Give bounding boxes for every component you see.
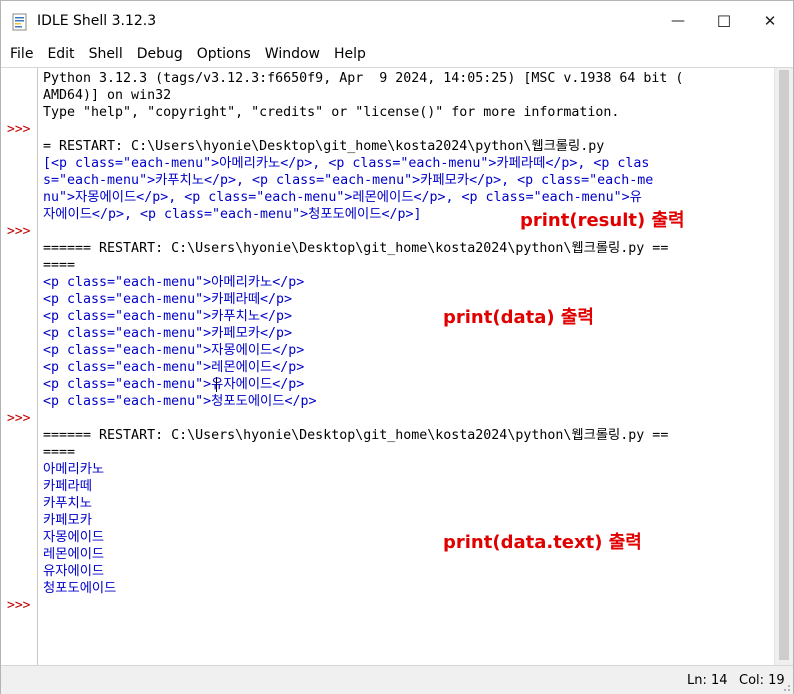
shell-line: Type "help", "copyright", "credits" or "…	[43, 105, 620, 120]
shell-line: <p class="each-menu">청포도에이드</p>	[43, 394, 317, 409]
shell-line: 유자에이드	[43, 564, 105, 579]
shell-line: <p class="each-menu">카푸치노</p>	[43, 309, 293, 324]
shell-line: ====== RESTART: C:\Users\hyonie\Desktop\…	[43, 428, 669, 443]
shell-prompt: >>>	[7, 224, 31, 239]
close-icon: ✕	[763, 12, 777, 30]
idle-shell-window: IDLE Shell 3.12.3 — ☐ ✕ File Edit Shell …	[0, 0, 794, 694]
shell-prompt: >>>	[7, 598, 31, 613]
maximize-button[interactable]: ☐	[701, 1, 747, 41]
shell-line: 카푸치노	[43, 496, 92, 511]
shell-line: ====	[43, 258, 76, 273]
shell-line: <p class="each-menu">레몬에이드</p>	[43, 360, 305, 375]
menu-bar: File Edit Shell Debug Options Window Hel…	[1, 41, 793, 67]
shell-area: >>> >>> >>> >>> Python 3.12.3 (tags/v3.1…	[1, 67, 793, 665]
annotation-print-data: print(data) 출력	[443, 307, 594, 328]
shell-line: s="each-menu">카푸치노</p>, <p class="each-m…	[43, 173, 654, 188]
menu-window[interactable]: Window	[258, 41, 327, 67]
window-title: IDLE Shell 3.12.3	[37, 13, 157, 29]
python-app-icon	[12, 13, 27, 31]
text-cursor	[216, 377, 217, 392]
menu-options[interactable]: Options	[190, 41, 258, 67]
shell-line: 카페모카	[43, 513, 92, 528]
shell-line: 자몽에이드	[43, 530, 105, 545]
shell-prompt: >>>	[7, 122, 31, 137]
menu-shell[interactable]: Shell	[82, 41, 130, 67]
annotation-print-result: print(result) 출력	[520, 210, 685, 231]
shell-line: ====== RESTART: C:\Users\hyonie\Desktop\…	[43, 241, 669, 256]
minimize-button[interactable]: —	[655, 1, 701, 41]
shell-line: <p class="each-menu">자몽에이드</p>	[43, 343, 305, 358]
status-line: Ln: 14	[687, 673, 728, 688]
menu-edit[interactable]: Edit	[40, 41, 81, 67]
close-button[interactable]: ✕	[747, 1, 793, 41]
shell-line: AMD64)] on win32	[43, 88, 172, 103]
menu-debug[interactable]: Debug	[130, 41, 190, 67]
shell-line: 레몬에이드	[43, 547, 105, 562]
shell-line: Python 3.12.3 (tags/v3.12.3:f6650f9, Apr…	[43, 71, 684, 86]
status-col: Col: 19	[739, 673, 785, 688]
annotation-print-data-text: print(data.text) 출력	[443, 532, 642, 553]
shell-output-text[interactable]: Python 3.12.3 (tags/v3.12.3:f6650f9, Apr…	[43, 70, 765, 664]
status-bar: Ln: 14 Col: 19	[1, 665, 793, 694]
shell-line: <p class="each-menu">유자에이드</p>	[43, 377, 305, 392]
minimize-icon: —	[671, 13, 685, 29]
shell-line: 카페라떼	[43, 479, 92, 494]
scrollbar-thumb[interactable]	[779, 70, 789, 660]
shell-line: 아메리카노	[43, 462, 105, 477]
shell-line: <p class="each-menu">아메리카노</p>	[43, 275, 305, 290]
shell-prompt: >>>	[7, 411, 31, 426]
menu-help[interactable]: Help	[327, 41, 373, 67]
shell-line: = RESTART: C:\Users\hyonie\Desktop\git_h…	[43, 139, 605, 154]
shell-line: 청포도에이드	[43, 581, 117, 596]
menu-file[interactable]: File	[1, 41, 40, 67]
shell-line: <p class="each-menu">카페라떼</p>	[43, 292, 293, 307]
title-bar[interactable]: IDLE Shell 3.12.3 — ☐ ✕	[1, 1, 793, 41]
resize-grip-icon[interactable]	[779, 680, 791, 692]
shell-line: nu">자몽에이드</p>, <p class="each-menu">레몬에이…	[43, 190, 642, 205]
prompt-gutter: >>> >>> >>> >>>	[1, 68, 38, 665]
shell-line: [<p class="each-menu">아메리카노</p>, <p clas…	[43, 156, 650, 171]
shell-line: <p class="each-menu">카페모카</p>	[43, 326, 293, 341]
shell-line: ====	[43, 445, 76, 460]
maximize-icon: ☐	[716, 11, 732, 31]
vertical-scrollbar[interactable]	[774, 68, 793, 665]
